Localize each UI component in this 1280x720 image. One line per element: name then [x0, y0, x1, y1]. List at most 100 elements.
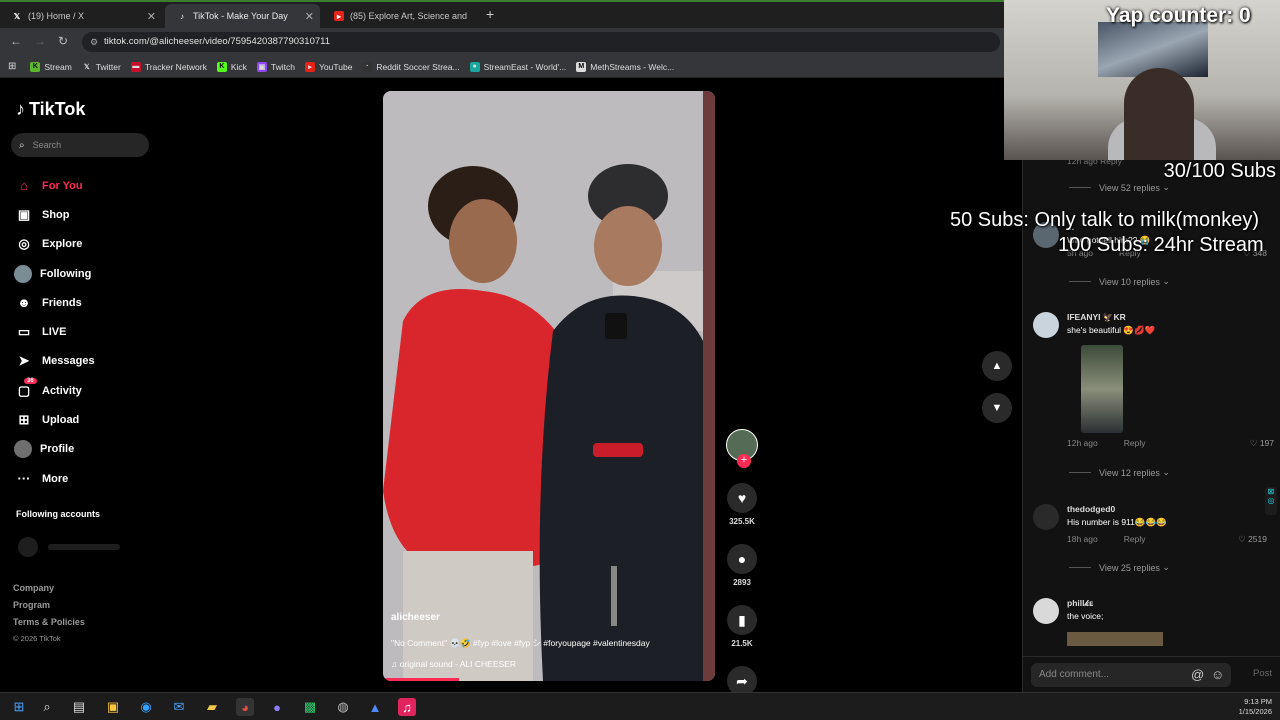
store-icon[interactable]: ▣: [104, 698, 122, 716]
commenter-name[interactable]: IFEANYI 🦅KR: [1067, 312, 1126, 323]
site-info-icon[interactable]: ⚙: [90, 32, 98, 52]
bookmark-kick[interactable]: K Kick: [216, 61, 247, 72]
bookmark-methstreams[interactable]: M MethStreams - Welc...: [576, 61, 674, 72]
comment-likes[interactable]: ♡ 197: [1250, 438, 1274, 449]
search-icon: ⌕: [19, 139, 25, 151]
video-player[interactable]: alicheeser "No Comment" 💀🤣 #fyp #love #f…: [383, 91, 715, 681]
commenter-name[interactable]: phill𝓀ᴇ: [1067, 598, 1093, 609]
music-app-icon[interactable]: ♫: [398, 698, 416, 716]
tab-title: (85) Explore Art, Science and Te: [350, 11, 468, 21]
chevron-down-icon: ⌄: [1159, 467, 1170, 477]
windows-start-icon[interactable]: ⊞: [10, 698, 28, 716]
nav-explore[interactable]: ◎ Explore: [16, 230, 95, 259]
commenter-avatar[interactable]: [1033, 504, 1059, 530]
bookmark-tracker-network[interactable]: ▬ Tracker Network: [130, 61, 207, 72]
heart-outline-icon: ♡: [1238, 534, 1249, 544]
view-replies-button[interactable]: View 52 replies ⌄: [1069, 182, 1170, 193]
save-button[interactable]: ▮ 21.5K: [722, 605, 762, 648]
bookmark-streameast[interactable]: ● StreamEast - World'...: [469, 61, 567, 72]
next-video-button[interactable]: ▼: [982, 393, 1012, 423]
tiktok-logo-icon: ♪: [180, 11, 184, 21]
url-input[interactable]: ⚙ tiktok.com/@alicheeser/video/759542038…: [82, 32, 1000, 52]
obs-icon[interactable]: ◍: [334, 698, 352, 716]
activity-badge: 36: [24, 378, 37, 385]
previous-video-button[interactable]: ▲: [982, 351, 1012, 381]
view-replies-button[interactable]: View 12 replies ⌄: [1069, 467, 1170, 478]
follow-plus-button[interactable]: +: [737, 454, 751, 468]
tiktok-logo[interactable]: ♪ TikTok: [16, 99, 85, 120]
video-sound[interactable]: ♫ original sound - ALI CHEESER: [391, 659, 650, 669]
back-arrow-icon[interactable]: ←: [10, 34, 22, 48]
close-tab-icon[interactable]: ✕: [147, 10, 156, 23]
kick-logo-icon: K: [216, 61, 227, 72]
comment-button[interactable]: ● 2893: [722, 544, 762, 587]
comment-likes[interactable]: ♡ 2519: [1238, 534, 1267, 545]
nav-for-you[interactable]: ⌂ For You: [16, 171, 95, 200]
nav-label: More: [42, 472, 69, 485]
tab-x[interactable]: 𝕏 (19) Home / X ✕: [0, 4, 162, 28]
reply-button[interactable]: Reply: [1124, 534, 1146, 544]
streameast-logo-icon: ●: [469, 61, 480, 72]
new-tab-button[interactable]: +: [486, 6, 494, 22]
nav-more[interactable]: ··· More: [16, 464, 95, 493]
nav-friends[interactable]: ☻ Friends: [16, 288, 95, 317]
footer-terms-link[interactable]: Terms & Policies: [13, 617, 85, 627]
system-clock[interactable]: 9:13 PM 1/15/2026: [1239, 697, 1272, 717]
nav-shop[interactable]: ▣ Shop: [16, 200, 95, 229]
bookmark-stream[interactable]: K Stream: [30, 61, 72, 72]
nav-activity[interactable]: ▢ 36 Activity: [16, 376, 95, 405]
bookmark-youtube[interactable]: ▸ YouTube: [305, 61, 352, 72]
post-button[interactable]: Post: [1253, 668, 1272, 679]
emoji-icon[interactable]: ☺: [1211, 667, 1224, 682]
view-replies-button[interactable]: View 10 replies ⌄: [1069, 276, 1170, 287]
close-tab-icon[interactable]: ✕: [305, 10, 314, 23]
side-extension-icon[interactable]: ⊠ ◎: [1265, 487, 1277, 515]
chrome-icon[interactable]: ◕: [236, 698, 254, 716]
tab-tiktok[interactable]: ♪ TikTok - Make Your Day ✕: [165, 4, 320, 28]
view-replies-button[interactable]: View 25 replies ⌄: [1069, 562, 1170, 573]
video-username[interactable]: alicheeser: [391, 612, 650, 623]
main-nav: ⌂ For You ▣ Shop ◎ Explore Following ☻ Frien…: [14, 171, 95, 493]
nav-following[interactable]: Following: [14, 259, 95, 288]
commenter-avatar[interactable]: [1033, 598, 1059, 624]
mail-icon[interactable]: ✉: [170, 698, 188, 716]
bookmark-reddit-soccer[interactable]: · Reddit Soccer Strea...: [362, 61, 460, 72]
creator-avatar[interactable]: +: [726, 429, 758, 468]
video-progress-bar[interactable]: [383, 678, 460, 681]
bookmark-twitter[interactable]: 𝕏 Twitter: [82, 62, 121, 72]
mention-icon[interactable]: @: [1191, 667, 1204, 682]
reply-button[interactable]: Reply: [1124, 438, 1146, 448]
file-explorer-icon[interactable]: ▰: [203, 698, 221, 716]
nav-live[interactable]: ▭ LIVE: [16, 317, 95, 346]
comment-image[interactable]: [1067, 632, 1163, 646]
like-button[interactable]: ♥ 325.5K: [722, 483, 762, 526]
bookmark-twitch[interactable]: ▣ Twitch: [256, 61, 296, 72]
commenter-avatar[interactable]: [1033, 312, 1059, 338]
search-input[interactable]: ⌕ Search: [11, 133, 149, 157]
comment-image[interactable]: [1081, 345, 1123, 433]
nav-upload[interactable]: ⊞ Upload: [16, 405, 95, 434]
app-icon[interactable]: ▩: [301, 698, 319, 716]
tiktok-note-icon: ♪: [16, 99, 25, 119]
live-icon: ▭: [17, 324, 31, 340]
apps-grid-icon[interactable]: ⊞: [8, 61, 16, 72]
sub-goal-50: 50 Subs: Only talk to milk(monkey): [950, 209, 1259, 231]
task-view-icon[interactable]: ▤: [70, 698, 88, 716]
edge-icon[interactable]: ◉: [137, 698, 155, 716]
search-icon[interactable]: ⌕: [38, 698, 56, 716]
bookmark-label: Twitch: [270, 61, 296, 72]
nav-profile[interactable]: Profile: [14, 435, 95, 464]
commenter-name[interactable]: thedodged0: [1067, 504, 1115, 514]
footer-company-link[interactable]: Company: [13, 583, 85, 593]
tiktok-sidebar: ♪ TikTok ⌕ Search ⌂ For You ▣ Shop ◎ Explor…: [0, 79, 160, 692]
bookmark-label: StreamEast - World'...: [483, 61, 567, 72]
windows-taskbar: ⊞ ⌕ ▤ ▣ ◉ ✉ ▰ ◕ ● ▩ ◍ ▲ ♫ 9:13 PM 1/15/2…: [0, 692, 1280, 720]
tab-youtube[interactable]: ▸ (85) Explore Art, Science and Te: [322, 4, 477, 28]
reload-icon[interactable]: ↻: [58, 34, 68, 48]
app-icon[interactable]: ▲: [366, 698, 384, 716]
video-frame-illustration: [383, 91, 715, 681]
discord-icon[interactable]: ●: [268, 698, 286, 716]
footer-program-link[interactable]: Program: [13, 600, 85, 610]
forward-arrow-icon[interactable]: →: [34, 34, 46, 48]
nav-messages[interactable]: ➤ Messages: [16, 347, 95, 376]
